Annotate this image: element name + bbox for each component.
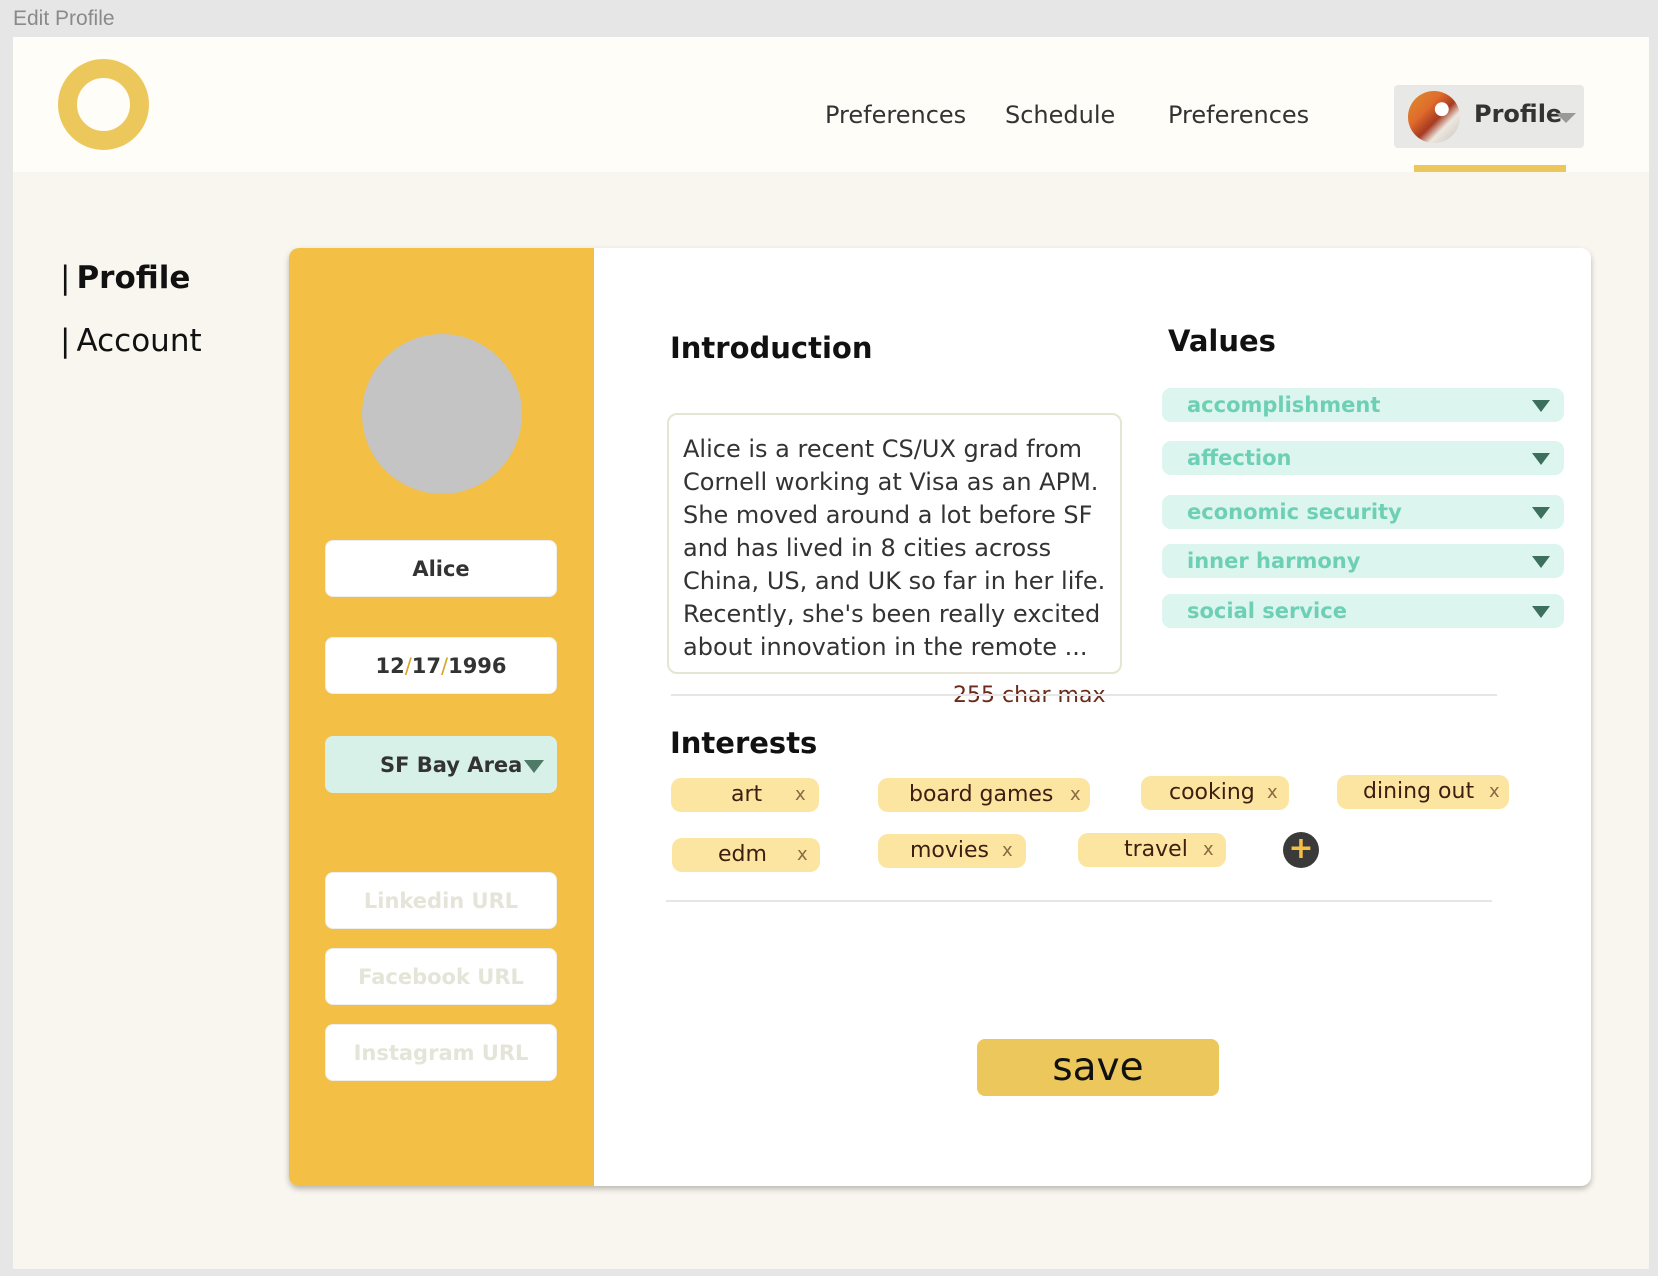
chevron-down-icon xyxy=(1532,507,1550,519)
sidebar-bar: | xyxy=(60,260,71,296)
sidebar-item-label: Account xyxy=(76,323,202,359)
interest-chip: edm x xyxy=(672,838,820,872)
value-select-1[interactable]: accomplishment xyxy=(1162,388,1564,422)
chevron-down-icon xyxy=(1532,400,1550,412)
app-frame: Preferences Schedule Preferences Profile… xyxy=(13,37,1649,1269)
linkedin-url-input[interactable]: Linkedin URL xyxy=(325,872,557,929)
nav-preferences-1[interactable]: Preferences xyxy=(825,101,966,129)
instagram-url-input[interactable]: Instagram URL xyxy=(325,1024,557,1081)
interest-chip: board games x xyxy=(878,778,1090,812)
nav-preferences-2[interactable]: Preferences xyxy=(1168,101,1309,129)
introduction-textarea[interactable]: Alice is a recent CS/UX grad from Cornel… xyxy=(667,413,1122,674)
save-button[interactable]: save xyxy=(977,1039,1219,1096)
sidebar-item-label: Profile xyxy=(76,260,191,296)
profile-side-panel: Alice 12/17/1996 SF Bay Area Linkedin UR… xyxy=(289,248,594,1186)
interests-heading: Interests xyxy=(670,726,818,760)
sidebar-bar: | xyxy=(60,323,71,359)
close-icon[interactable]: x xyxy=(1002,834,1013,868)
avatar xyxy=(1408,91,1460,143)
window-title: Edit Profile xyxy=(13,7,115,30)
interest-chip: dining out x xyxy=(1337,775,1509,809)
chip-label: cooking xyxy=(1169,780,1255,805)
date-separator: / xyxy=(441,653,449,678)
chevron-down-icon xyxy=(1556,113,1576,123)
chip-label: art xyxy=(731,782,763,807)
close-icon[interactable]: x xyxy=(1489,775,1500,809)
profile-menu-label: Profile xyxy=(1474,100,1563,128)
close-icon[interactable]: x xyxy=(1267,776,1278,810)
chip-label: travel xyxy=(1124,837,1188,862)
nav-schedule[interactable]: Schedule xyxy=(1005,101,1115,129)
close-icon[interactable]: x xyxy=(797,838,808,872)
value-label: economic security xyxy=(1187,500,1402,524)
profile-menu[interactable]: Profile xyxy=(1394,85,1584,148)
values-heading: Values xyxy=(1168,324,1276,358)
value-label: inner harmony xyxy=(1187,549,1361,573)
dob-year: 1996 xyxy=(448,653,507,678)
chevron-down-icon xyxy=(1532,453,1550,465)
active-tab-indicator xyxy=(1414,165,1566,172)
profile-card: Alice 12/17/1996 SF Bay Area Linkedin UR… xyxy=(289,248,1591,1186)
logo-ring-icon[interactable] xyxy=(58,59,149,150)
close-icon[interactable]: x xyxy=(1203,833,1214,867)
sidebar-item-profile[interactable]: | Profile xyxy=(60,260,190,296)
section-divider xyxy=(671,694,1497,696)
value-label: affection xyxy=(1187,446,1292,470)
chevron-down-icon xyxy=(1532,556,1550,568)
chip-label: movies xyxy=(910,838,990,863)
value-label: social service xyxy=(1187,599,1347,623)
interest-chip: art x xyxy=(671,778,819,812)
chevron-down-icon xyxy=(1532,606,1550,618)
interest-chip: movies x xyxy=(878,834,1026,868)
date-separator: / xyxy=(404,653,412,678)
location-select[interactable]: SF Bay Area xyxy=(325,736,557,793)
close-icon[interactable]: x xyxy=(1070,778,1081,812)
name-field[interactable]: Alice xyxy=(325,540,557,597)
dob-field[interactable]: 12/17/1996 xyxy=(325,637,557,694)
value-select-3[interactable]: economic security xyxy=(1162,495,1564,529)
add-interest-button[interactable]: + xyxy=(1283,832,1319,868)
value-label: accomplishment xyxy=(1187,393,1381,417)
top-header: Preferences Schedule Preferences Profile xyxy=(13,37,1649,172)
interest-chip: cooking x xyxy=(1141,776,1289,810)
value-select-4[interactable]: inner harmony xyxy=(1162,544,1564,578)
dob-day: 17 xyxy=(411,653,441,678)
facebook-url-input[interactable]: Facebook URL xyxy=(325,948,557,1005)
chevron-down-icon xyxy=(524,760,544,773)
sidebar-item-account[interactable]: | Account xyxy=(60,323,202,359)
chip-label: edm xyxy=(718,842,767,867)
location-value: SF Bay Area xyxy=(380,752,523,777)
chip-label: dining out xyxy=(1363,779,1475,804)
introduction-heading: Introduction xyxy=(670,331,873,365)
interest-chip: travel x xyxy=(1078,833,1226,867)
value-select-2[interactable]: affection xyxy=(1162,441,1564,475)
close-icon[interactable]: x xyxy=(795,778,806,812)
profile-photo-placeholder[interactable] xyxy=(362,334,522,494)
section-divider xyxy=(666,900,1492,902)
dob-month: 12 xyxy=(375,653,405,678)
value-select-5[interactable]: social service xyxy=(1162,594,1564,628)
chip-label: board games xyxy=(909,782,1054,807)
